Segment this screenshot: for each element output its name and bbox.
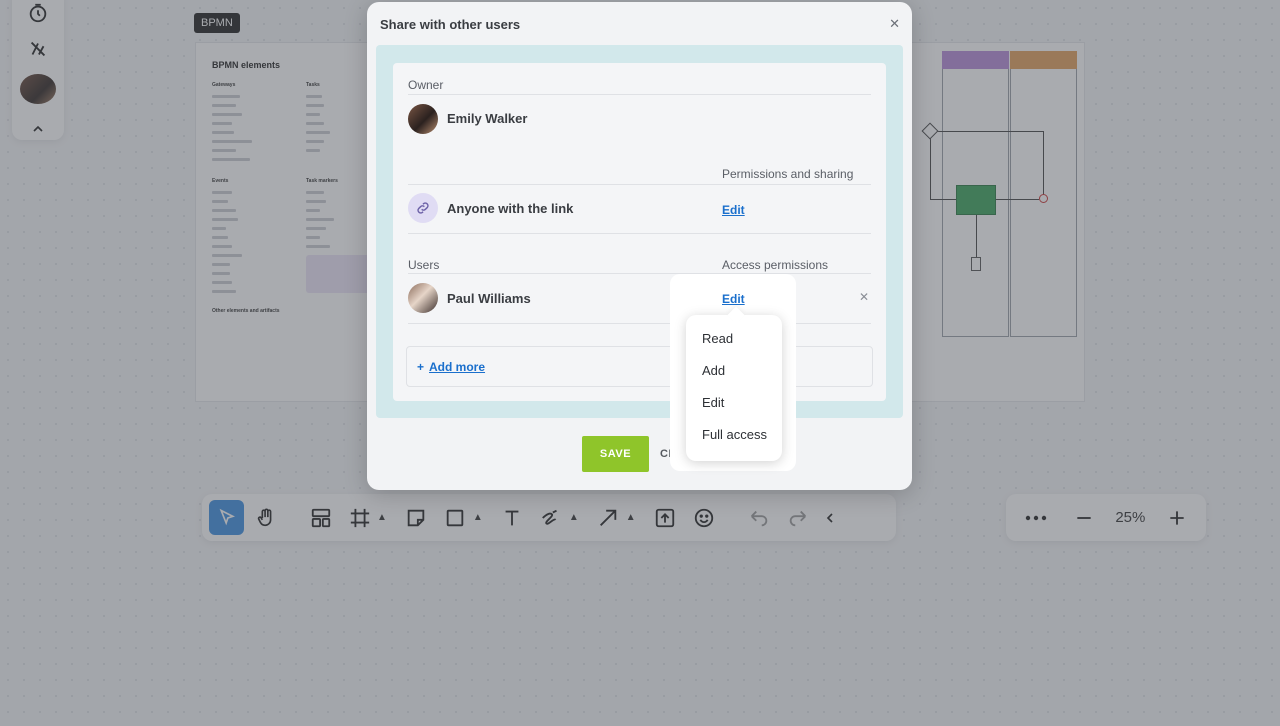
divider [408,233,871,234]
close-icon[interactable]: ✕ [889,16,900,32]
add-more-button[interactable]: + Add more [406,346,873,387]
dialog-title: Share with other users [380,17,521,32]
owner-label: Owner [408,78,444,92]
avatar [408,283,438,313]
divider [408,273,871,274]
remove-user-icon[interactable]: ✕ [859,290,869,304]
dropdown-item-edit[interactable]: Edit [686,389,782,421]
share-card: Owner Emily Walker Permissions and shari… [393,63,886,401]
owner-name: Emily Walker [447,111,528,126]
permissions-sharing-label: Permissions and sharing [722,167,854,181]
permission-dropdown: Read Add Edit Full access [686,315,782,461]
link-access-name: Anyone with the link [447,201,574,216]
link-icon [408,193,438,223]
users-label: Users [408,258,440,272]
access-permissions-label: Access permissions [722,258,829,272]
user-edit-button[interactable]: Edit [722,292,745,306]
dropdown-item-add[interactable]: Add [686,357,782,389]
avatar [408,104,438,134]
link-edit-button[interactable]: Edit [722,203,745,217]
dropdown-item-read[interactable]: Read [686,325,782,357]
dropdown-item-full-access[interactable]: Full access [686,421,782,453]
divider [408,94,871,95]
divider [408,323,871,324]
add-more-label: Add more [429,359,486,374]
dialog-body: Owner Emily Walker Permissions and shari… [376,45,903,418]
share-dialog: Share with other users ✕ Owner Emily Wal… [367,2,912,490]
divider [408,184,871,185]
user-name: Paul Williams [447,291,531,306]
save-button[interactable]: SAVE [582,436,649,472]
plus-icon: + [417,359,425,374]
